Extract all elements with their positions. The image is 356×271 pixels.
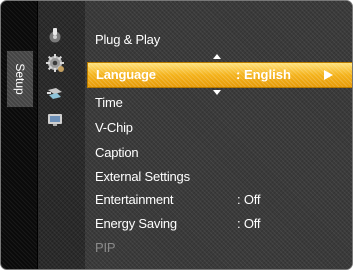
menu-item-entertainment[interactable]: Entertainment : Off [95,190,315,210]
setup-category-label: Setup [13,63,27,95]
menu-item-label: V-Chip [95,120,133,135]
menu-item-label: Time [95,95,123,110]
language-value: : English [236,67,291,82]
menu-item-label: PIP [95,240,116,255]
application-category-icon[interactable] [46,110,64,128]
menu-item-label: Plug & Play [95,32,161,47]
menu-item-caption[interactable]: Caption [95,143,139,163]
entertainment-value: : Off [237,192,261,207]
scroll-down-arrow-icon[interactable] [213,90,221,95]
menu-item-label: Language [96,67,156,82]
setup-category-tab[interactable]: Setup [6,50,34,108]
picture-category-icon[interactable] [46,26,64,44]
tv-setup-menu: Setup Plug & Play Language: English Tim… [0,0,353,270]
energy-saving-value: : Off [237,216,261,231]
menu-item-time[interactable]: Time [95,93,123,113]
menu-item-energy-saving[interactable]: Energy Saving : Off [95,214,315,234]
category-sidebar: Setup [1,1,38,269]
menu-item-label: Entertainment [95,192,174,207]
input-category-icon[interactable] [46,84,64,102]
menu-item-language[interactable]: Language : English [87,62,352,88]
menu-item-label: Energy Saving [95,216,177,231]
menu-item-label: External Settings [95,169,190,184]
setup-gear-icon[interactable] [46,54,64,72]
menu-item-label: Caption [95,145,139,160]
menu-items-panel: Plug & Play Language : English Time V-Ch… [85,1,352,269]
menu-item-v-chip[interactable]: V-Chip [95,118,133,138]
menu-item-external-settings[interactable]: External Settings [95,167,190,187]
submenu-arrow-icon [324,70,333,80]
menu-item-plug-and-play[interactable]: Plug & Play [95,30,160,50]
menu-item-pip: PIP [95,238,116,258]
scroll-up-arrow-icon[interactable] [213,54,221,59]
